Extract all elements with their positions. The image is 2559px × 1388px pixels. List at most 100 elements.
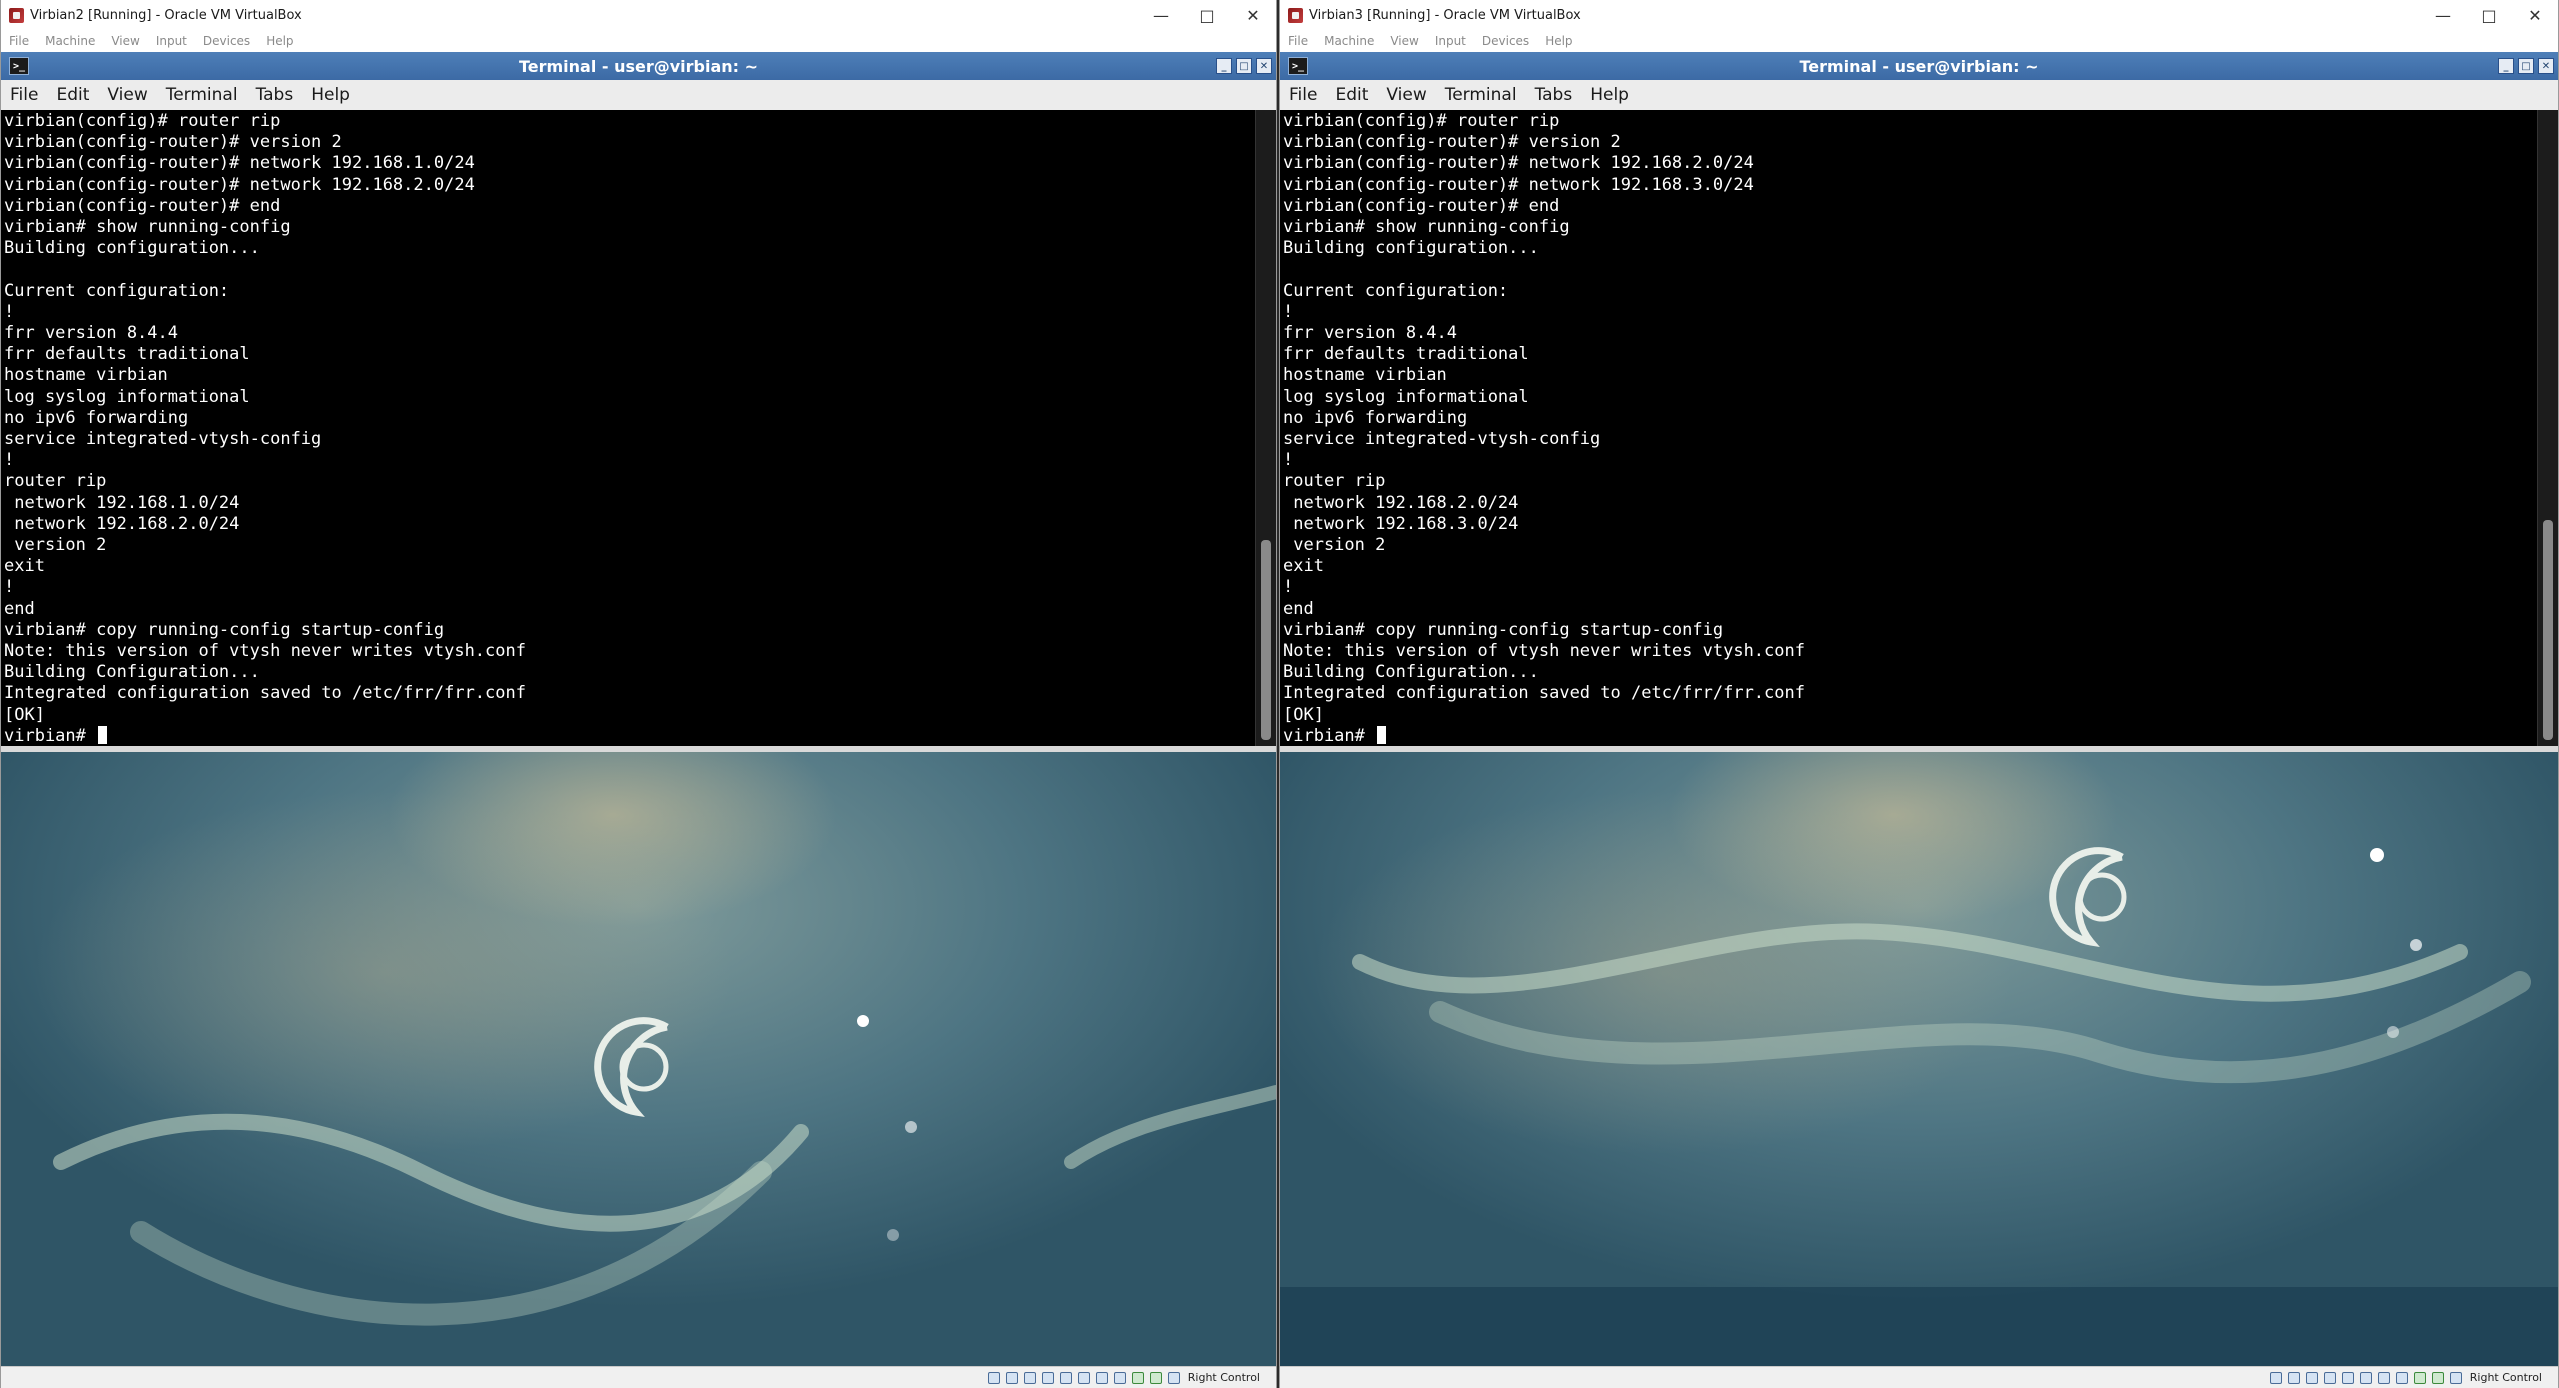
terminal-scrollbar[interactable] <box>1255 110 1276 746</box>
usb-icon[interactable] <box>2341 1371 2354 1384</box>
menu-file[interactable]: File <box>1288 34 1308 48</box>
usb-icon[interactable] <box>1059 1371 1072 1384</box>
hard-disk-icon[interactable] <box>987 1371 1000 1384</box>
optical-drive-icon[interactable] <box>2287 1371 2300 1384</box>
terminal-menu-edit[interactable]: Edit <box>1326 85 1377 105</box>
terminal-minimize-button[interactable]: _ <box>1216 58 1232 74</box>
vbox-menubar: File Machine View Input Devices Help <box>1 30 1276 52</box>
terminal-line: service integrated-vtysh-config <box>4 429 322 450</box>
terminal-menubar: File Edit View Terminal Tabs Help <box>1 80 1276 111</box>
menu-input[interactable]: Input <box>156 34 187 48</box>
terminal-menu-view[interactable]: View <box>98 85 156 105</box>
menu-machine[interactable]: Machine <box>1324 34 1374 48</box>
terminal-window[interactable]: >_ Terminal - user@virbian: ~ _ □ ✕ File… <box>1 52 1276 752</box>
terminal-prompt-line[interactable]: virbian# <box>1283 725 2538 746</box>
terminal-menu-help[interactable]: Help <box>1581 85 1638 105</box>
maximize-button[interactable]: □ <box>1184 0 1230 30</box>
guest-display[interactable]: >_ Terminal - user@virbian: ~ _ □ ✕ File… <box>1280 52 2558 1367</box>
terminal-line: ! <box>4 450 15 471</box>
terminal-line: no ipv6 forwarding <box>4 407 189 428</box>
menu-file[interactable]: File <box>9 34 29 48</box>
terminal-menu-tabs[interactable]: Tabs <box>247 85 303 105</box>
virtualbox-window-virbian2[interactable]: Virbian2 [Running] - Oracle VM VirtualBo… <box>0 0 1277 1388</box>
menu-input[interactable]: Input <box>1435 34 1466 48</box>
terminal-output[interactable]: virbian(config)# router rip virbian(confi… <box>1 110 1256 746</box>
network-icon[interactable] <box>1041 1371 1054 1384</box>
terminal-app-icon[interactable]: >_ <box>1288 57 1308 75</box>
terminal-prompt-line[interactable]: virbian# <box>4 725 1256 746</box>
terminal-menu-terminal[interactable]: Terminal <box>157 85 247 105</box>
terminal-window[interactable]: >_ Terminal - user@virbian: ~ _ □ ✕ File… <box>1280 52 2558 752</box>
terminal-menu-help[interactable]: Help <box>302 85 359 105</box>
display-icon[interactable] <box>2377 1371 2390 1384</box>
virtualbox-window-virbian3[interactable]: Virbian3 [Running] - Oracle VM VirtualBo… <box>1279 0 2559 1388</box>
terminal-line: virbian(config-router)# end <box>1283 195 1560 216</box>
virtualbox-icon <box>1288 7 1303 23</box>
terminal-close-button[interactable]: ✕ <box>2538 58 2554 74</box>
cpu-activity-icon[interactable] <box>2413 1371 2426 1384</box>
host-key-label: Right Control <box>2469 1371 2542 1384</box>
cpu-activity-icon[interactable] <box>1131 1371 1144 1384</box>
terminal-line: Current configuration: <box>1283 280 1509 301</box>
terminal-title: Terminal - user@virbian: ~ <box>518 56 759 76</box>
terminal-line: virbian# show running-config <box>1283 217 1570 238</box>
terminal-line: virbian(config-router)# version 2 <box>1283 132 1621 153</box>
maximize-button[interactable]: □ <box>2466 0 2512 30</box>
audio-icon[interactable] <box>2305 1371 2318 1384</box>
terminal-line: virbian# show running-config <box>4 217 291 238</box>
keyboard-capture-icon[interactable] <box>2449 1371 2462 1384</box>
menu-devices[interactable]: Devices <box>1482 34 1529 48</box>
recording-icon[interactable] <box>2395 1371 2408 1384</box>
keyboard-capture-icon[interactable] <box>1167 1371 1180 1384</box>
terminal-line: Current configuration: <box>4 280 230 301</box>
optical-drive-icon[interactable] <box>1005 1371 1018 1384</box>
terminal-titlebar[interactable]: >_ Terminal - user@virbian: ~ _ □ ✕ <box>1 52 1276 80</box>
network-icon[interactable] <box>2323 1371 2336 1384</box>
terminal-app-icon[interactable]: >_ <box>9 57 29 75</box>
terminal-minimize-button[interactable]: _ <box>2498 58 2514 74</box>
terminal-maximize-button[interactable]: □ <box>2518 58 2534 74</box>
terminal-line: Building configuration... <box>4 238 260 259</box>
mouse-integration-icon[interactable] <box>2431 1371 2444 1384</box>
terminal-line: hostname virbian <box>1283 365 1447 386</box>
terminal-menu-file[interactable]: File <box>1 85 47 105</box>
terminal-scrollbar-thumb[interactable] <box>1261 540 1271 740</box>
menu-view[interactable]: View <box>1390 34 1418 48</box>
recording-icon[interactable] <box>1113 1371 1126 1384</box>
terminal-maximize-button[interactable]: □ <box>1236 58 1252 74</box>
terminal-menu-edit[interactable]: Edit <box>47 85 98 105</box>
terminal-output[interactable]: virbian(config)# router rip virbian(confi… <box>1280 110 2538 746</box>
terminal-line: virbian(config)# router rip <box>1283 111 1560 131</box>
terminal-line: network 192.168.2.0/24 <box>1283 492 1519 513</box>
terminal-menu-file[interactable]: File <box>1280 85 1326 105</box>
guest-display[interactable]: >_ Terminal - user@virbian: ~ _ □ ✕ File… <box>1 52 1276 1367</box>
terminal-menu-tabs[interactable]: Tabs <box>1526 85 1582 105</box>
menu-help[interactable]: Help <box>266 34 293 48</box>
close-button[interactable]: ✕ <box>2512 0 2558 30</box>
menu-devices[interactable]: Devices <box>203 34 250 48</box>
window-titlebar[interactable]: Virbian2 [Running] - Oracle VM VirtualBo… <box>1 0 1276 30</box>
terminal-close-button[interactable]: ✕ <box>1256 58 1272 74</box>
shared-folders-icon[interactable] <box>1077 1371 1090 1384</box>
mouse-integration-icon[interactable] <box>1149 1371 1162 1384</box>
terminal-line: Integrated configuration saved to /etc/f… <box>4 683 526 704</box>
shared-folders-icon[interactable] <box>2359 1371 2372 1384</box>
terminal-line: virbian(config-router)# network 192.168.… <box>1283 174 1754 195</box>
close-button[interactable]: ✕ <box>1230 0 1276 30</box>
terminal-scrollbar-thumb[interactable] <box>2543 520 2553 740</box>
display-icon[interactable] <box>1095 1371 1108 1384</box>
menu-view[interactable]: View <box>111 34 139 48</box>
terminal-titlebar[interactable]: >_ Terminal - user@virbian: ~ _ □ ✕ <box>1280 52 2558 80</box>
audio-icon[interactable] <box>1023 1371 1036 1384</box>
window-titlebar[interactable]: Virbian3 [Running] - Oracle VM VirtualBo… <box>1280 0 2558 30</box>
minimize-button[interactable]: — <box>2420 0 2466 30</box>
virtualbox-icon <box>9 7 24 23</box>
minimize-button[interactable]: — <box>1138 0 1184 30</box>
terminal-scrollbar[interactable] <box>2537 110 2558 746</box>
menu-help[interactable]: Help <box>1545 34 1572 48</box>
terminal-menu-terminal[interactable]: Terminal <box>1436 85 1526 105</box>
terminal-menu-view[interactable]: View <box>1377 85 1435 105</box>
menu-machine[interactable]: Machine <box>45 34 95 48</box>
hard-disk-icon[interactable] <box>2269 1371 2282 1384</box>
